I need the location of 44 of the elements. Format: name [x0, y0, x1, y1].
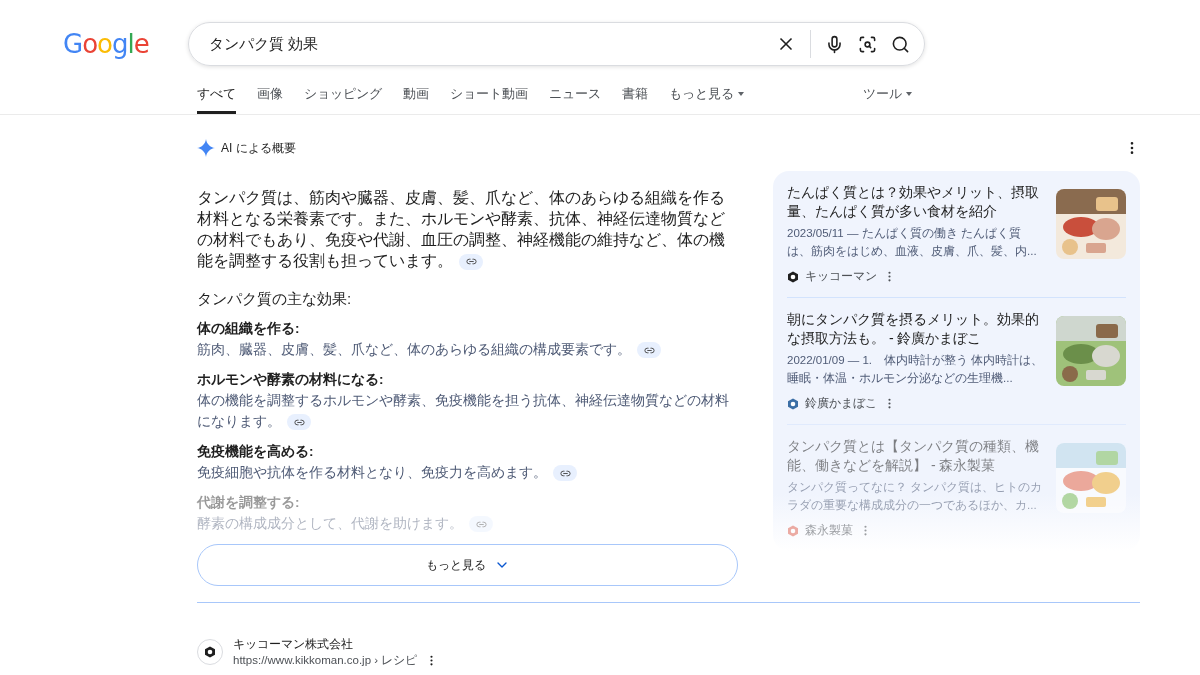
link-icon[interactable]: [287, 414, 311, 431]
sparkle-icon: [197, 139, 215, 157]
tools-menu[interactable]: ツール: [863, 79, 912, 114]
tab[interactable]: 動画: [403, 79, 429, 114]
source-snippet: 2023/05/11 — たんぱく質の働き たんぱく質は、筋肉をはじめ、血液、皮膚、爪、髪、内...: [787, 226, 1038, 259]
search-input[interactable]: タンパク質 効果: [206, 34, 762, 54]
tab[interactable]: 画像: [257, 79, 283, 114]
point-heading: 代謝を調整する:: [197, 494, 301, 512]
source-site[interactable]: キッコーマン: [805, 268, 877, 285]
tab[interactable]: すべて: [197, 79, 236, 114]
point-heading: 体の組織を作る:: [197, 320, 301, 338]
result-url[interactable]: https://www.kikkoman.co.jp › レシピ: [233, 653, 418, 668]
overview-text: タンパク質は、筋肉や臓器、皮膚、髪、爪など、体のあらゆる組織を作る材料となる栄養素です。また、ホルモンや酵素、抗体、神経伝達物質などの材料でもあり、免疫や代謝、血圧の調整、神経機能の維持など、体の機能を調整する役割も担っています。: [197, 188, 726, 271]
source-snippet: 2022/01/09 — 1. 体内時計が整う 体内時計は、睡眠・体温・ホルモン分泌などの生理機...: [787, 353, 1044, 387]
point-text: 免疫細胞や抗体を作る材料となり、免疫力を高めます。: [197, 462, 738, 483]
hexagon-logo-icon: [787, 270, 799, 283]
tab[interactable]: ニュース: [549, 79, 601, 114]
result-site-name[interactable]: キッコーマン株式会社: [233, 636, 439, 653]
source-title[interactable]: 朝にタンパク質を摂るメリット。効果的な摂取方法も。 - 鈴廣かまぼこ: [787, 310, 1044, 348]
tab[interactable]: ショッピング: [304, 79, 382, 114]
point-text: 体の機能を調整するホルモンや酵素、免疫機能を担う抗体、神経伝達物質などの材料になります。: [197, 392, 730, 432]
show-more-button[interactable]: もっと見る: [197, 544, 738, 586]
tab[interactable]: 書籍: [622, 79, 648, 114]
link-icon[interactable]: [553, 465, 577, 482]
subheading: タンパク質の主な効果:: [197, 290, 353, 309]
more-menu[interactable]: もっと見る: [669, 79, 744, 114]
point-heading: 免疫機能を高める:: [197, 443, 315, 461]
hexagon-logo-icon: [204, 646, 216, 658]
overview-title: AI による概要: [221, 139, 296, 157]
search-icon[interactable]: [890, 34, 910, 54]
point-text: 酵素の構成成分として、代謝を助けます。: [197, 513, 738, 534]
source-snippet: タンパク質ってなに？ タンパク質は、ヒトのカラダの重要な構成成分の一つであるほか、カ...: [787, 480, 1044, 514]
link-icon[interactable]: [637, 342, 661, 359]
source-title[interactable]: たんぱく質とは？効果やメリット、摂取量、たんぱく質が多い食材を紹介: [787, 183, 1044, 221]
hexagon-logo-icon: [787, 524, 799, 537]
camera-icon[interactable]: [857, 34, 877, 54]
point-heading: ホルモンや酵素の材料になる:: [197, 371, 385, 389]
point-text: 筋肉、臓器、皮膚、髪、爪など、体のあらゆる組織の構成要素です。: [197, 339, 738, 360]
hexagon-logo-icon: [787, 397, 799, 410]
source-title[interactable]: タンパク質とは【タンパク質の種類、機能、働きなどを解説】 - 森永製菓: [787, 437, 1044, 475]
link-icon[interactable]: [459, 253, 483, 270]
google-logo[interactable]: Google: [63, 29, 149, 59]
tab[interactable]: ショート動画: [450, 79, 528, 114]
source-site[interactable]: 鈴廣かまぼこ: [805, 395, 877, 412]
